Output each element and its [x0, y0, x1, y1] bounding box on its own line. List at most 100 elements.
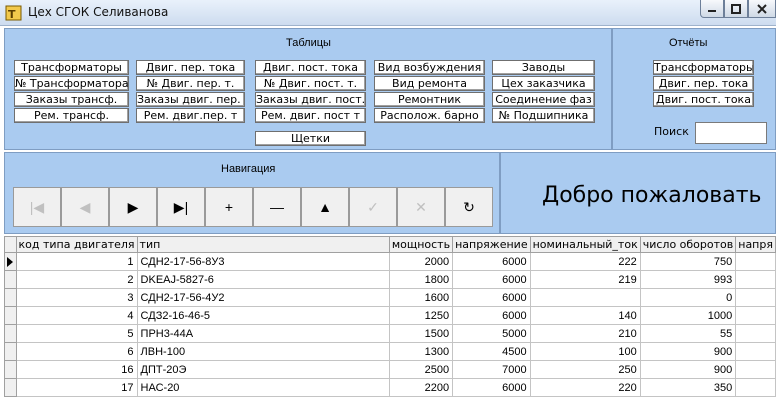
grid-cell[interactable]: [735, 378, 776, 397]
prior-record-button[interactable]: ◀: [61, 187, 109, 227]
grid-cell[interactable]: 6: [15, 342, 138, 361]
grid-cell[interactable]: 1000: [639, 306, 737, 325]
grid-cell[interactable]: 219: [529, 270, 641, 289]
grid-cell[interactable]: 16: [15, 360, 138, 379]
first-record-button[interactable]: |◀: [13, 187, 61, 227]
grid-cell[interactable]: 17: [15, 378, 138, 397]
grid-cell[interactable]: ЛВН-100: [136, 342, 390, 361]
grid-cell[interactable]: 1250: [388, 306, 454, 325]
grid-cell[interactable]: 6000: [452, 288, 531, 307]
table-button-ac-motor-numbers[interactable]: № Двиг. пер. т.: [136, 76, 245, 91]
grid-cell[interactable]: 4: [15, 306, 138, 325]
table-button-dc-motor-numbers[interactable]: № Двиг. пост. т.: [255, 76, 366, 91]
row-indicator[interactable]: [4, 252, 17, 271]
maximize-button[interactable]: [724, 0, 748, 18]
grid-cell[interactable]: 250: [529, 360, 641, 379]
grid-cell[interactable]: 7000: [452, 360, 531, 379]
grid-cell[interactable]: 2500: [388, 360, 454, 379]
column-header-rated-current[interactable]: номинальный_ток: [529, 236, 641, 253]
grid-cell[interactable]: СДН2-17-56-4У2: [136, 288, 390, 307]
data-grid[interactable]: код типа двигателя тип мощность напряжен…: [4, 236, 776, 415]
grid-cell[interactable]: 6000: [452, 270, 531, 289]
grid-cell[interactable]: ПРН3-44А: [136, 324, 390, 343]
table-row[interactable]: 5 ПРН3-44А 1500 5000 210 55: [4, 324, 776, 343]
grid-cell[interactable]: 993: [639, 270, 737, 289]
column-header-voltage[interactable]: напряжение: [452, 236, 531, 253]
grid-cell[interactable]: DKEAJ-5827-6: [136, 270, 390, 289]
report-button-dc-motors[interactable]: Двиг. пост. тока: [653, 92, 754, 107]
row-indicator[interactable]: [4, 324, 17, 343]
grid-cell[interactable]: [529, 288, 641, 307]
row-indicator[interactable]: [4, 270, 17, 289]
table-button-excitation-type[interactable]: Вид возбуждения: [374, 60, 485, 75]
table-button-transformer-repairs[interactable]: Рем. трансф.: [14, 108, 129, 123]
grid-cell[interactable]: 900: [639, 342, 737, 361]
report-button-transformers[interactable]: Трансформаторы: [653, 60, 754, 75]
cancel-record-button[interactable]: ✕: [397, 187, 445, 227]
table-row[interactable]: 4 СДЗ2-16-46-5 1250 6000 140 1000: [4, 306, 776, 325]
grid-cell[interactable]: 3: [15, 288, 138, 307]
grid-cell[interactable]: 2000: [388, 252, 454, 271]
table-button-brushes[interactable]: Щетки: [255, 131, 366, 146]
grid-cell[interactable]: 750: [639, 252, 737, 271]
table-row[interactable]: 2 DKEAJ-5827-6 1800 6000 219 993: [4, 270, 776, 289]
grid-cell[interactable]: 1500: [388, 324, 454, 343]
table-button-ac-motor-orders[interactable]: Заказы двиг. пер. т.: [136, 92, 245, 107]
grid-cell[interactable]: 1800: [388, 270, 454, 289]
row-indicator[interactable]: [4, 360, 17, 379]
column-header-power[interactable]: мощность: [388, 236, 454, 253]
table-row[interactable]: 3 СДН2-17-56-4У2 1600 6000 0: [4, 288, 776, 307]
grid-cell[interactable]: [735, 342, 776, 361]
grid-cell[interactable]: 0: [639, 288, 737, 307]
grid-cell[interactable]: [735, 360, 776, 379]
grid-cell[interactable]: НАС-20: [136, 378, 390, 397]
grid-cell[interactable]: 6000: [452, 252, 531, 271]
table-button-ac-motor-repairs[interactable]: Рем. двиг.пер. т: [136, 108, 245, 123]
table-button-phase-connection[interactable]: Соединение фаз: [492, 92, 595, 107]
minimize-button[interactable]: [700, 0, 724, 18]
grid-cell[interactable]: 140: [529, 306, 641, 325]
table-button-repair-type[interactable]: Вид ремонта: [374, 76, 485, 91]
grid-cell[interactable]: 222: [529, 252, 641, 271]
grid-cell[interactable]: [735, 270, 776, 289]
edit-record-button[interactable]: ▲: [301, 187, 349, 227]
table-row[interactable]: 6 ЛВН-100 1300 4500 100 900: [4, 342, 776, 361]
grid-cell[interactable]: 350: [639, 378, 737, 397]
table-row[interactable]: 1 СДН2-17-56-8У3 2000 6000 222 750: [4, 252, 776, 271]
grid-cell[interactable]: 6000: [452, 306, 531, 325]
grid-cell[interactable]: [735, 288, 776, 307]
grid-cell[interactable]: [735, 324, 776, 343]
grid-cell[interactable]: 1300: [388, 342, 454, 361]
grid-cell[interactable]: 5000: [452, 324, 531, 343]
table-button-transformer-orders[interactable]: Заказы трансф.: [14, 92, 129, 107]
grid-cell[interactable]: 6000: [452, 378, 531, 397]
search-input[interactable]: [695, 122, 767, 144]
grid-cell[interactable]: 220: [529, 378, 641, 397]
row-indicator[interactable]: [4, 306, 17, 325]
row-indicator[interactable]: [4, 378, 17, 397]
column-header-type[interactable]: тип: [136, 236, 390, 253]
table-button-dc-motor-repairs[interactable]: Рем. двиг. пост т: [255, 108, 366, 123]
grid-cell[interactable]: СДЗ2-16-46-5: [136, 306, 390, 325]
insert-record-button[interactable]: +: [205, 187, 253, 227]
grid-cell[interactable]: [735, 252, 776, 271]
report-button-ac-motors[interactable]: Двиг. пер. тока: [653, 76, 754, 91]
table-button-ac-motors[interactable]: Двиг. пер. тока: [136, 60, 245, 75]
post-record-button[interactable]: ✓: [349, 187, 397, 227]
row-indicator[interactable]: [4, 342, 17, 361]
grid-cell[interactable]: СДН2-17-56-8У3: [136, 252, 390, 271]
table-button-dc-motor-orders[interactable]: Заказы двиг. пост. т.: [255, 92, 366, 107]
grid-cell[interactable]: 55: [639, 324, 737, 343]
grid-cell[interactable]: 210: [529, 324, 641, 343]
grid-cell[interactable]: 4500: [452, 342, 531, 361]
grid-cell[interactable]: 900: [639, 360, 737, 379]
column-header-rpm[interactable]: число оборотов: [639, 236, 737, 253]
delete-record-button[interactable]: —: [253, 187, 301, 227]
grid-cell[interactable]: 2: [15, 270, 138, 289]
column-header-voltage-2[interactable]: напря: [735, 236, 776, 253]
column-header-motor-type-code[interactable]: код типа двигателя: [15, 236, 138, 253]
refresh-button[interactable]: ↻: [445, 187, 493, 227]
close-button[interactable]: [748, 0, 776, 18]
table-button-drum-location[interactable]: Располож. барно: [374, 108, 485, 123]
grid-cell[interactable]: 1600: [388, 288, 454, 307]
